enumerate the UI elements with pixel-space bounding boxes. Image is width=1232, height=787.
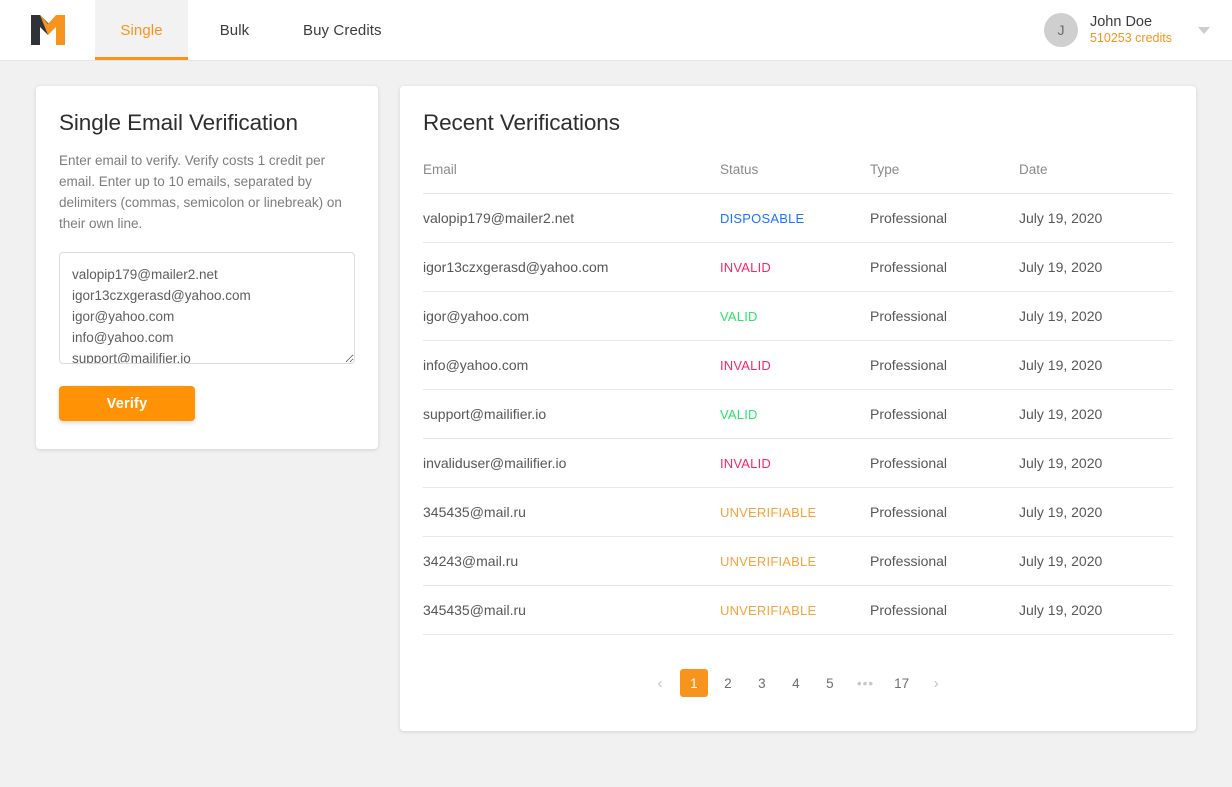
nav-tab-single-label: Single — [120, 21, 163, 39]
status-badge: UNVERIFIABLE — [720, 554, 817, 569]
table-row[interactable]: valopip179@mailer2.net DISPOSABLE Professi… — [423, 193, 1173, 243]
column-header-email[interactable]: Email — [423, 152, 720, 194]
column-header-type[interactable]: Type — [870, 152, 1019, 194]
table-row[interactable]: invaliduser@mailifier.io INVALID Professio… — [423, 438, 1173, 488]
table-row[interactable]: igor@yahoo.com VALID Professional July 19, … — [423, 291, 1173, 341]
user-name: John Doe — [1089, 14, 1153, 31]
cell-status: UNVERIFIABLE — [720, 585, 870, 635]
pagination-page-4[interactable]: 4 — [782, 669, 810, 697]
cell-type: Professional — [870, 438, 1019, 488]
status-badge: UNVERIFIABLE — [720, 505, 817, 520]
pagination-prev-icon[interactable]: ‹ — [646, 669, 674, 697]
chevron-down-icon[interactable] — [1198, 26, 1210, 34]
cell-date: July 19, 2020 — [1019, 291, 1173, 341]
status-badge: VALID — [720, 309, 758, 324]
pagination-page-5[interactable]: 5 — [816, 669, 844, 697]
pagination-page-3[interactable]: 3 — [748, 669, 776, 697]
table-body: valopip179@mailer2.net DISPOSABLE Professi… — [423, 193, 1173, 635]
email-input-textarea[interactable] — [59, 252, 355, 364]
table-row[interactable]: info@yahoo.com INVALID Professional July 19… — [423, 340, 1173, 390]
recent-verifications-title: Recent Verifications — [423, 110, 620, 135]
cell-type: Professional — [870, 585, 1019, 635]
cell-email: igor13czxgerasd@yahoo.com — [423, 242, 720, 292]
table-row[interactable]: support@mailifier.io VALID Professional Jul… — [423, 389, 1173, 439]
cell-date: July 19, 2020 — [1019, 585, 1173, 635]
avatar: J — [1043, 13, 1078, 47]
cell-email: 345435@mail.ru — [423, 487, 720, 537]
pagination-ellipsis: ••• — [856, 675, 875, 691]
nav-tab-buy-credits-label: Buy Credits — [303, 21, 382, 39]
table-row[interactable]: 345435@mail.ru UNVERIFIABLE Professional Ju… — [423, 585, 1173, 635]
cell-type: Professional — [870, 291, 1019, 341]
status-badge: UNVERIFIABLE — [720, 603, 817, 618]
cell-date: July 19, 2020 — [1019, 242, 1173, 292]
header-spacer — [404, 0, 1044, 60]
cell-email: valopip179@mailer2.net — [423, 193, 720, 243]
status-badge: INVALID — [720, 456, 772, 471]
cell-date: July 19, 2020 — [1019, 438, 1173, 488]
nav-tab-bulk-label: Bulk — [219, 21, 250, 39]
cell-email: igor@yahoo.com — [423, 291, 720, 341]
verify-button[interactable]: Verify — [59, 386, 195, 421]
column-header-date[interactable]: Date — [1019, 152, 1173, 194]
main-nav: Single Bulk Buy Credits — [95, 0, 404, 60]
cell-date: July 19, 2020 — [1019, 193, 1173, 243]
cell-status: INVALID — [720, 242, 870, 292]
cell-type: Professional — [870, 242, 1019, 292]
logo-container[interactable] — [0, 0, 95, 60]
pagination-next-icon[interactable]: › — [922, 669, 950, 697]
user-menu[interactable]: J John Doe 510253 credits — [1043, 0, 1232, 60]
pagination: ‹ 1 2 3 4 5 ••• 17 › — [423, 635, 1173, 727]
cell-date: July 19, 2020 — [1019, 389, 1173, 439]
user-credits: 510253 credits — [1089, 31, 1172, 46]
cell-date: July 19, 2020 — [1019, 340, 1173, 390]
status-badge: INVALID — [720, 260, 772, 275]
cell-type: Professional — [870, 536, 1019, 586]
page-body: Single Email Verification Enter email to… — [0, 61, 1232, 731]
cell-type: Professional — [870, 193, 1019, 243]
cell-status: INVALID — [720, 340, 870, 390]
cell-email: invaliduser@mailifier.io — [423, 438, 720, 488]
cell-status: VALID — [720, 291, 870, 341]
cell-type: Professional — [870, 389, 1019, 439]
cell-email: 345435@mail.ru — [423, 585, 720, 635]
nav-tab-buy-credits[interactable]: Buy Credits — [281, 0, 404, 60]
table-row[interactable]: 34243@mail.ru UNVERIFIABLE Professional Jul… — [423, 536, 1173, 586]
pagination-page-1[interactable]: 1 — [679, 669, 708, 697]
status-badge: VALID — [720, 407, 758, 422]
cell-type: Professional — [870, 340, 1019, 390]
top-navigation-bar: Single Bulk Buy Credits J John Doe 51025… — [0, 0, 1232, 61]
cell-date: July 19, 2020 — [1019, 536, 1173, 586]
nav-tab-single[interactable]: Single — [95, 0, 188, 60]
cell-type: Professional — [870, 487, 1019, 537]
cell-email: info@yahoo.com — [423, 340, 720, 390]
cell-status: UNVERIFIABLE — [720, 487, 870, 537]
pagination-page-2[interactable]: 2 — [714, 669, 742, 697]
status-badge: DISPOSABLE — [720, 211, 805, 226]
nav-tab-bulk[interactable]: Bulk — [188, 0, 281, 60]
user-info: John Doe 510253 credits — [1090, 13, 1172, 47]
table-row[interactable]: igor13czxgerasd@yahoo.com INVALID Professi… — [423, 242, 1173, 292]
cell-status: INVALID — [720, 438, 870, 488]
cell-email: 34243@mail.ru — [423, 536, 720, 586]
recent-verifications-card: Recent Verifications Email Status Type D… — [400, 86, 1196, 731]
verifications-table: Email Status Type Date valopip179@mailer… — [423, 152, 1173, 635]
cell-email: support@mailifier.io — [423, 389, 720, 439]
cell-status: DISPOSABLE — [720, 193, 870, 243]
page-title: Single Email Verification — [59, 110, 298, 135]
verification-description: Enter email to verify. Verify costs 1 cr… — [59, 153, 342, 231]
avatar-initial: J — [1057, 22, 1065, 38]
table-header-row: Email Status Type Date — [423, 152, 1173, 194]
table-row[interactable]: 345435@mail.ru UNVERIFIABLE Professional Ju… — [423, 487, 1173, 537]
cell-date: July 19, 2020 — [1019, 487, 1173, 537]
table-head: Email Status Type Date — [423, 152, 1173, 194]
status-badge: INVALID — [720, 358, 772, 373]
single-verification-card: Single Email Verification Enter email to… — [36, 86, 378, 449]
cell-status: VALID — [720, 389, 870, 439]
mailifier-m-logo-icon — [30, 15, 65, 45]
pagination-page-17[interactable]: 17 — [887, 669, 916, 697]
cell-status: UNVERIFIABLE — [720, 536, 870, 586]
column-header-status[interactable]: Status — [720, 152, 870, 194]
